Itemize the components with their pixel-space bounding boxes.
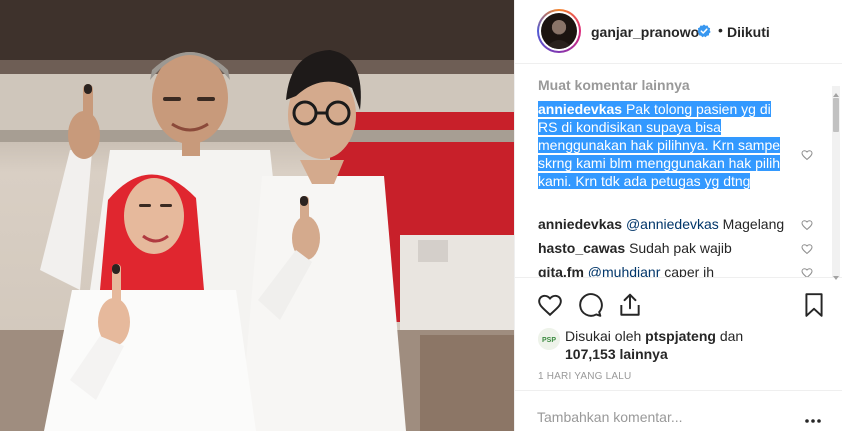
avatar[interactable]	[537, 9, 581, 53]
comment-item: anniedevkas Pak tolong pasien yg di RS d…	[538, 100, 793, 190]
likes-text: Disukai oleh ptspjateng dan 107,153 lain…	[565, 327, 805, 363]
comment-like-icon[interactable]	[801, 148, 813, 161]
comment-username[interactable]: gita.fm	[538, 264, 584, 277]
follow-button[interactable]: Diikuti	[727, 24, 770, 40]
comment-mention[interactable]: @anniedevkas	[626, 216, 719, 232]
liker-avatar-text: PSP	[542, 337, 556, 344]
scroll-down-arrow-icon[interactable]	[832, 269, 840, 280]
add-comment-bar	[515, 390, 842, 431]
post-photo[interactable]	[0, 0, 514, 431]
post-side-panel: ganjar_pranowo • Diikuti Muat komentar l…	[514, 0, 842, 431]
likes-summary: PSP Disukai oleh ptspjateng dan 107,153 …	[515, 322, 842, 372]
comment-icon[interactable]	[577, 292, 603, 318]
post-header: ganjar_pranowo • Diikuti	[515, 0, 842, 64]
scroll-up-arrow-icon[interactable]	[832, 86, 840, 97]
comment-item: anniedevkas @anniedevkas Magelang	[538, 215, 793, 233]
post-timestamp[interactable]: 1 HARI YANG LALU	[538, 371, 631, 382]
comment-text: caper ih	[664, 264, 715, 278]
more-options-icon[interactable]	[804, 411, 822, 423]
comments-list[interactable]: Muat komentar lainnya anniedevkas Pak to…	[515, 64, 842, 278]
likes-count-link[interactable]: 107,153	[565, 346, 616, 362]
bookmark-icon[interactable]	[801, 292, 827, 318]
comment-username[interactable]: anniedevkas	[538, 101, 622, 117]
likes-connector: dan	[719, 328, 744, 344]
comment-like-icon[interactable]	[801, 266, 813, 277]
header-separator: •	[718, 22, 723, 38]
comment-item: hasto_cawas Sudah pak wajib	[538, 239, 793, 257]
comment-text: Sudah pak wajib	[629, 240, 732, 256]
photo-illustration	[0, 0, 514, 431]
liker-avatar[interactable]: PSP	[538, 328, 560, 350]
share-icon[interactable]	[617, 292, 643, 318]
comment-text: Magelang	[722, 216, 785, 232]
comment-username[interactable]: anniedevkas	[538, 216, 622, 232]
likes-prefix: Disukai oleh	[565, 328, 642, 344]
heart-icon[interactable]	[537, 292, 563, 318]
comment-username[interactable]: hasto_cawas	[538, 240, 625, 256]
likes-suffix[interactable]: lainnya	[620, 346, 668, 362]
comment-mention[interactable]: @muhdianr	[588, 264, 661, 277]
comments-scrollbar[interactable]	[832, 86, 840, 280]
username-link[interactable]: ganjar_pranowo	[591, 24, 699, 40]
add-comment-input[interactable]	[537, 407, 787, 427]
verified-badge-icon	[697, 24, 711, 38]
comment-like-icon[interactable]	[801, 218, 813, 231]
liker-username-link[interactable]: ptspjateng	[645, 328, 716, 344]
comment-like-icon[interactable]	[801, 242, 813, 255]
avatar-image	[541, 13, 577, 49]
load-more-comments-button[interactable]: Muat komentar lainnya	[538, 77, 690, 93]
scrollbar-thumb[interactable]	[833, 98, 839, 132]
comment-item: gita.fm @muhdianr caper ih	[538, 263, 793, 278]
